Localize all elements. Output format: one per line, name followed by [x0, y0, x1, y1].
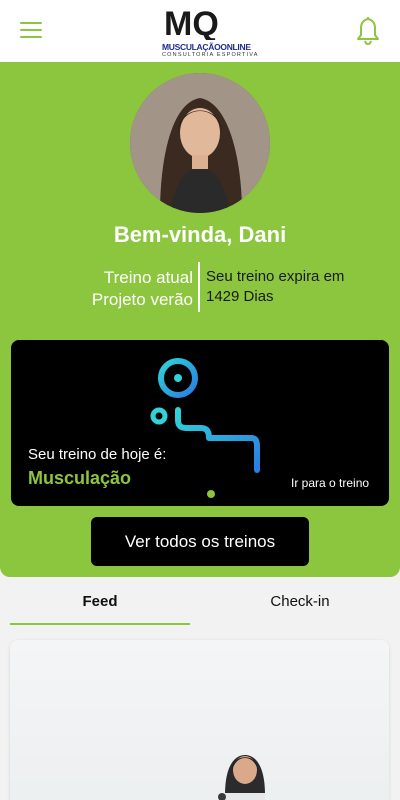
- view-all-workouts-button[interactable]: Ver todos os treinos: [91, 517, 309, 566]
- avatar-photo: [130, 73, 270, 213]
- tab-feed[interactable]: Feed: [10, 593, 190, 610]
- feed-post-card[interactable]: [10, 640, 389, 800]
- active-tab-indicator: [10, 623, 190, 625]
- expiry-value: 1429 Dias: [206, 288, 274, 305]
- logo-mark: MQ: [164, 5, 219, 40]
- app-header: MQ MUSCULAÇÃOONLINE CONSULTORIA ESPORTIV…: [0, 0, 400, 62]
- app-logo: MQ MUSCULAÇÃOONLINE CONSULTORIA ESPORTIV…: [162, 4, 259, 60]
- divider: [198, 262, 200, 312]
- logo-subtitle: CONSULTORIA ESPORTIVA: [162, 52, 259, 58]
- today-workout-card[interactable]: Seu treino de hoje é: Musculação Ir para…: [11, 340, 389, 506]
- hamburger-menu-icon[interactable]: [20, 22, 42, 38]
- expiry-label: Seu treino expira em: [206, 268, 345, 285]
- plan-name: Projeto verão: [91, 290, 193, 309]
- plan-expiry: Seu treino expira em 1429 Dias: [206, 267, 386, 307]
- plan-label: Treino atual: [103, 268, 193, 287]
- today-workout-name: Musculação: [28, 468, 132, 488]
- go-to-workout-link[interactable]: Ir para o treino: [291, 476, 369, 490]
- today-label: Seu treino de hoje é:: [28, 446, 167, 463]
- logo-mark-text: MQ: [164, 5, 219, 40]
- logo-brand: MUSCULAÇÃOONLINE: [162, 42, 251, 52]
- person-photo: [218, 755, 265, 800]
- bell-icon[interactable]: [355, 15, 381, 45]
- tab-check-in[interactable]: Check-in: [210, 593, 390, 610]
- current-plan: Treino atual Projeto verão: [60, 267, 193, 311]
- greeting: Bem-vinda, Dani: [113, 222, 287, 247]
- avatar[interactable]: [130, 73, 270, 213]
- profile-hero: Bem-vinda, Dani Treino atual Projeto ver…: [0, 62, 400, 577]
- workout-illustration-icon: [150, 358, 260, 498]
- tab-bar: Feed Check-in: [0, 577, 400, 627]
